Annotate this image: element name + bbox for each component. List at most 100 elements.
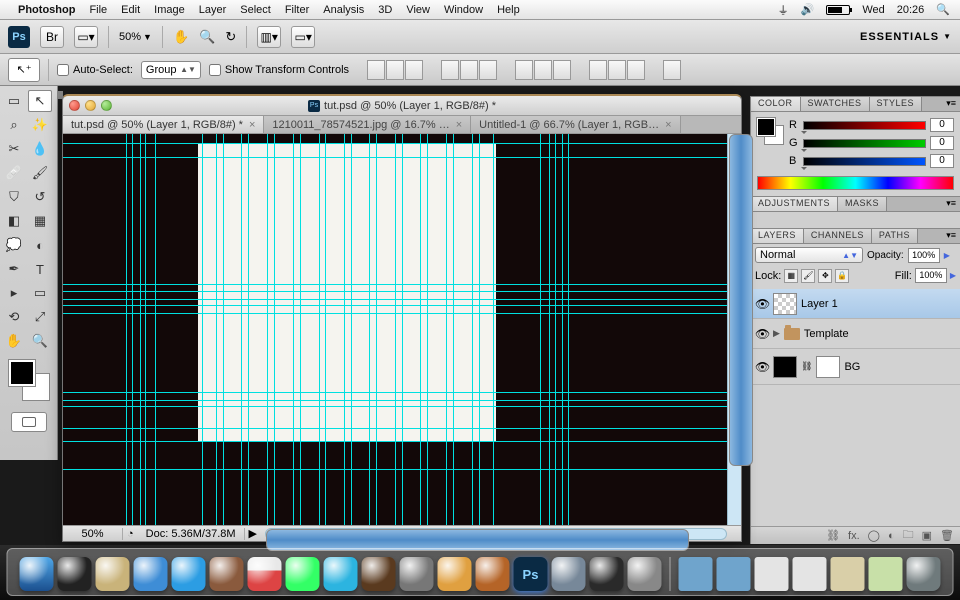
layer-mask-thumbnail[interactable] xyxy=(816,356,840,378)
new-layer-icon[interactable]: ▣ xyxy=(922,529,932,542)
visibility-toggle-icon[interactable]: 👁 xyxy=(755,327,769,341)
r-slider[interactable] xyxy=(803,121,926,130)
panel-menu-icon[interactable]: ▾≡ xyxy=(942,197,960,211)
layer-row[interactable]: 👁 Layer 1 xyxy=(751,289,960,319)
menu-help[interactable]: Help xyxy=(497,4,520,16)
menu-select[interactable]: Select xyxy=(240,4,271,16)
menu-image[interactable]: Image xyxy=(154,4,185,16)
arrange-documents-button[interactable]: ▥▾ xyxy=(257,26,281,48)
panel-tab-color[interactable]: COLOR xyxy=(751,97,801,111)
dock-folder[interactable] xyxy=(717,557,751,591)
panel-menu-icon[interactable]: ▾≡ xyxy=(942,97,960,111)
dodge-tool[interactable]: ◐ xyxy=(28,234,52,256)
spotlight-icon[interactable]: 🔍 xyxy=(936,3,950,16)
menu-filter[interactable]: Filter xyxy=(285,4,309,16)
layer-style-icon[interactable]: fx. xyxy=(848,530,860,542)
layer-row[interactable]: 👁 ▶ Template xyxy=(751,319,960,349)
pen-tool[interactable]: ✒ xyxy=(2,258,26,280)
dock-stack[interactable] xyxy=(793,557,827,591)
eyedropper-tool[interactable]: 💧 xyxy=(28,138,52,160)
panel-tab-styles[interactable]: STYLES xyxy=(870,97,923,111)
window-minimize-button[interactable] xyxy=(85,100,96,111)
dock-ichat[interactable] xyxy=(172,557,206,591)
dock-app[interactable] xyxy=(590,557,624,591)
r-value[interactable]: 0 xyxy=(930,118,954,132)
opacity-value[interactable]: 100% xyxy=(908,248,940,263)
app-menu[interactable]: Photoshop xyxy=(18,4,75,16)
new-group-icon[interactable]: 🗀 xyxy=(903,526,914,545)
screen-mode-button[interactable]: ▭▾ xyxy=(74,26,98,48)
blend-mode-dropdown[interactable]: Normal▲▼ xyxy=(755,247,863,263)
close-tab-icon[interactable]: × xyxy=(249,119,255,131)
layer-name[interactable]: BG xyxy=(844,361,860,373)
healing-brush-tool[interactable]: 🩹 xyxy=(2,162,26,184)
adjustment-layer-icon[interactable]: ◐ xyxy=(888,530,895,542)
menu-3d[interactable]: 3D xyxy=(378,4,392,16)
layer-name[interactable]: Template xyxy=(804,328,849,340)
panel-tab-paths[interactable]: PATHS xyxy=(872,229,918,243)
path-selection-tool[interactable]: ▸ xyxy=(2,282,26,304)
mask-link-icon[interactable]: ⛓ xyxy=(801,361,812,372)
panel-tab-layers[interactable]: LAYERS xyxy=(751,229,804,243)
document-tab[interactable]: 1210011_78574521.jpg @ 16.7% …× xyxy=(264,116,471,133)
bridge-button[interactable]: Br xyxy=(40,26,64,48)
g-value[interactable]: 0 xyxy=(930,136,954,150)
menu-layer[interactable]: Layer xyxy=(199,4,227,16)
close-tab-icon[interactable]: × xyxy=(665,119,671,131)
shape-tool[interactable]: ▭ xyxy=(28,282,52,304)
lock-all-icon[interactable]: 🔒 xyxy=(835,269,849,283)
g-slider[interactable] xyxy=(803,139,926,148)
menu-edit[interactable]: Edit xyxy=(121,4,140,16)
color-fg-bg-swatch[interactable] xyxy=(757,118,783,144)
color-swatches[interactable] xyxy=(9,360,49,400)
dock-ical[interactable] xyxy=(248,557,282,591)
panel-tab-channels[interactable]: CHANNELS xyxy=(804,229,872,243)
b-slider[interactable] xyxy=(803,157,926,166)
3d-camera-tool[interactable]: ⤢ xyxy=(28,306,52,328)
marquee-tool[interactable]: ▭ xyxy=(2,90,26,112)
dock-idvd[interactable] xyxy=(438,557,472,591)
auto-select-target-dropdown[interactable]: Group▲▼ xyxy=(141,61,201,79)
zoom-tool-icon[interactable]: 🔍 xyxy=(199,29,215,45)
dock-safari[interactable] xyxy=(134,557,168,591)
zoom-tool[interactable]: 🔍 xyxy=(28,330,52,352)
dock-finder[interactable] xyxy=(20,557,54,591)
lock-position-icon[interactable]: ✥ xyxy=(818,269,832,283)
dock-itunes[interactable] xyxy=(324,557,358,591)
menu-view[interactable]: View xyxy=(406,4,430,16)
window-close-button[interactable] xyxy=(69,100,80,111)
document-tab[interactable]: tut.psd @ 50% (Layer 1, RGB/8#) *× xyxy=(63,116,264,133)
visibility-toggle-icon[interactable]: 👁 xyxy=(755,297,769,311)
panel-menu-icon[interactable]: ▾≡ xyxy=(942,229,960,243)
status-menu-icon[interactable]: ◔ xyxy=(123,528,138,540)
dock-photoshop[interactable]: Ps xyxy=(514,557,548,591)
dock-trash[interactable] xyxy=(907,557,941,591)
folder-disclosure-icon[interactable]: ▶ xyxy=(773,328,780,339)
dock-app[interactable] xyxy=(552,557,586,591)
history-brush-tool[interactable]: ↺ xyxy=(28,186,52,208)
hand-tool[interactable]: ✋ xyxy=(2,330,26,352)
auto-align-button[interactable] xyxy=(663,60,681,80)
dock-mail[interactable] xyxy=(96,557,130,591)
menu-analysis[interactable]: Analysis xyxy=(323,4,364,16)
photoshop-icon[interactable]: Ps xyxy=(8,26,30,48)
status-menu-arrow-icon[interactable]: ▶ xyxy=(245,527,261,540)
lock-image-icon[interactable]: 🖌 xyxy=(801,269,815,283)
dock-preview[interactable] xyxy=(286,557,320,591)
panel-tab-swatches[interactable]: SWATCHES xyxy=(801,97,870,111)
screen-mode-button-2[interactable]: ▭▾ xyxy=(291,26,315,48)
dock-garageband[interactable] xyxy=(476,557,510,591)
status-zoom[interactable]: 50% xyxy=(63,528,123,540)
window-zoom-button[interactable] xyxy=(101,100,112,111)
align-top-button[interactable] xyxy=(367,60,385,80)
wifi-icon[interactable]: ⏚ xyxy=(778,2,789,18)
dock-stack[interactable] xyxy=(755,557,789,591)
panel-tab-masks[interactable]: MASKS xyxy=(838,197,887,211)
lasso-tool[interactable]: ⌕ xyxy=(2,114,26,136)
move-tool-preset[interactable]: ↖⁺ xyxy=(8,58,40,82)
dock-addressbook[interactable] xyxy=(210,557,244,591)
eraser-tool[interactable]: ◧ xyxy=(2,210,26,232)
delete-layer-icon[interactable]: 🗑 xyxy=(940,529,954,542)
3d-tool[interactable]: ⟲ xyxy=(2,306,26,328)
brush-tool[interactable]: 🖌 xyxy=(28,162,52,184)
